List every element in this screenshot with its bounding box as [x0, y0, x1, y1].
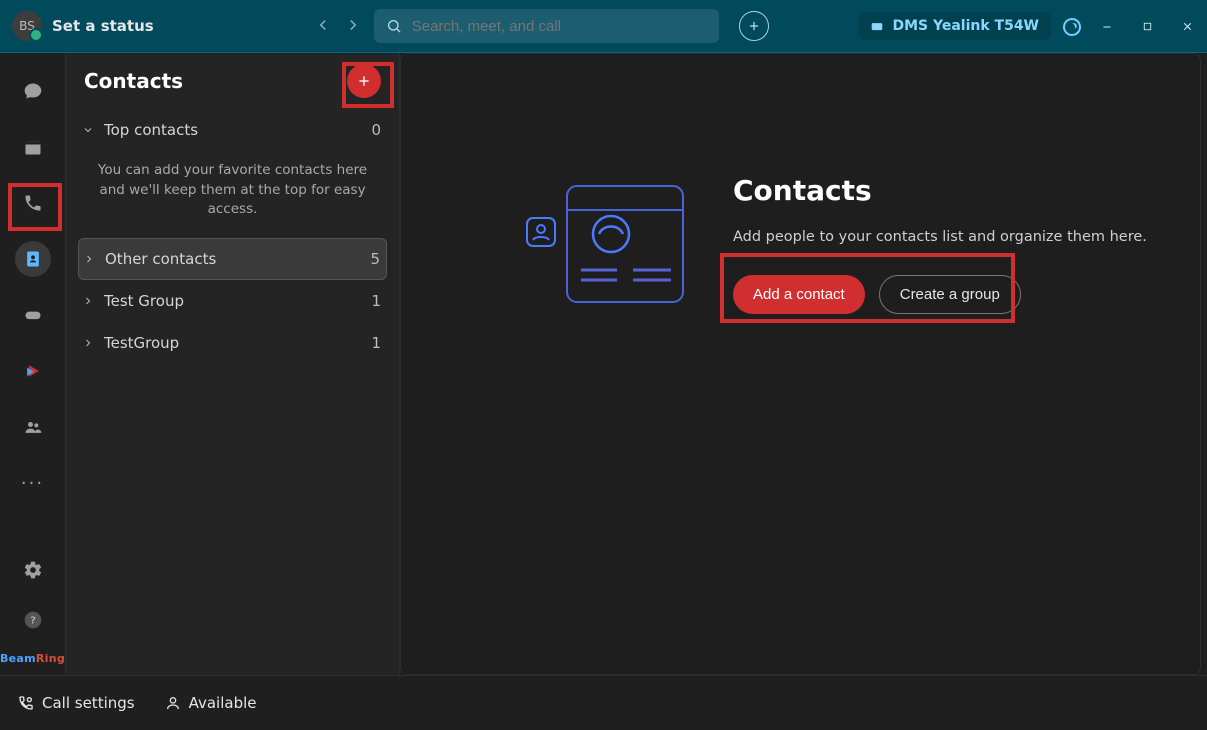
rail-voicemail[interactable]	[15, 297, 51, 333]
presence-link[interactable]: Available	[165, 694, 257, 712]
avatar[interactable]: BS	[12, 11, 42, 41]
group-top-contacts[interactable]: Top contacts 0	[66, 109, 399, 151]
button-row: Add a contact Create a group	[733, 275, 1147, 314]
rail-chat[interactable]	[15, 73, 51, 109]
group-test-group-2[interactable]: TestGroup 1	[66, 322, 399, 364]
contacts-illustration	[521, 174, 693, 314]
contacts-header: Contacts	[66, 53, 399, 109]
main-text: Contacts Add people to your contacts lis…	[733, 174, 1147, 314]
presence-label: Available	[189, 694, 257, 712]
rail-help[interactable]: ?	[15, 602, 51, 638]
close-button[interactable]	[1167, 0, 1207, 53]
main-subtext: Add people to your contacts list and org…	[733, 229, 1147, 245]
set-status-link[interactable]: Set a status	[52, 17, 154, 35]
window-controls	[1087, 0, 1207, 53]
plus-icon	[356, 73, 372, 89]
chevron-right-icon	[81, 253, 97, 265]
create-group-button[interactable]: Create a group	[879, 275, 1021, 314]
rail-more[interactable]: ···	[15, 465, 51, 501]
presence-icon	[165, 695, 181, 711]
contacts-title: Contacts	[84, 69, 183, 93]
left-rail: ··· ? BeamRing	[0, 53, 65, 675]
nav-back-icon[interactable]	[314, 16, 334, 36]
nav-forward-icon[interactable]	[344, 16, 364, 36]
chevron-right-icon	[80, 295, 96, 307]
contacts-pane: Contacts Top contacts 0 You can add your…	[65, 53, 400, 675]
rail-contacts[interactable]	[15, 241, 51, 277]
group-count: 1	[371, 292, 381, 310]
bottom-bar: Call settings Available	[0, 675, 1207, 730]
minimize-button[interactable]	[1087, 0, 1127, 53]
new-item-button[interactable]	[739, 11, 769, 41]
rail-calls[interactable]	[15, 185, 51, 221]
avatar-initials: BS	[19, 19, 35, 33]
rail-settings[interactable]	[15, 552, 51, 588]
group-name: Test Group	[104, 292, 371, 310]
group-count: 1	[371, 334, 381, 352]
chevron-right-icon	[80, 337, 96, 349]
call-settings-link[interactable]: Call settings	[18, 694, 135, 712]
group-name: Other contacts	[105, 250, 370, 268]
main-heading: Contacts	[733, 174, 1147, 207]
rail-calendar[interactable]	[15, 129, 51, 165]
group-other-contacts[interactable]: Other contacts 5	[78, 238, 387, 280]
main-panel: Contacts Add people to your contacts lis…	[400, 53, 1201, 675]
top-contacts-hint: You can add your favorite contacts here …	[66, 151, 399, 238]
group-count: 0	[371, 121, 381, 139]
rail-media[interactable]	[15, 353, 51, 389]
group-name: Top contacts	[104, 121, 371, 139]
chevron-down-icon	[80, 124, 96, 136]
group-test-group-1[interactable]: Test Group 1	[66, 280, 399, 322]
add-contact-primary-button[interactable]: Add a contact	[733, 275, 865, 314]
brand-text: BeamRing	[0, 652, 65, 665]
group-name: TestGroup	[104, 334, 371, 352]
maximize-button[interactable]	[1127, 0, 1167, 53]
device-pill[interactable]: DMS Yealink T54W	[858, 12, 1051, 40]
group-count: 5	[370, 250, 380, 268]
plus-icon	[747, 19, 761, 33]
search-icon	[386, 18, 402, 34]
search-input[interactable]	[412, 18, 707, 35]
add-contact-button[interactable]	[347, 64, 381, 98]
call-settings-icon	[18, 695, 34, 711]
rail-people[interactable]	[15, 409, 51, 445]
tenant-icon[interactable]	[1060, 15, 1084, 39]
svg-text:?: ?	[30, 615, 35, 626]
device-icon	[870, 19, 884, 33]
call-settings-label: Call settings	[42, 694, 135, 712]
search-box[interactable]	[374, 9, 719, 43]
title-bar: BS Set a status DMS Yealink T54W	[0, 0, 1207, 53]
nav-arrows	[314, 16, 364, 36]
device-label: DMS Yealink T54W	[892, 18, 1039, 34]
